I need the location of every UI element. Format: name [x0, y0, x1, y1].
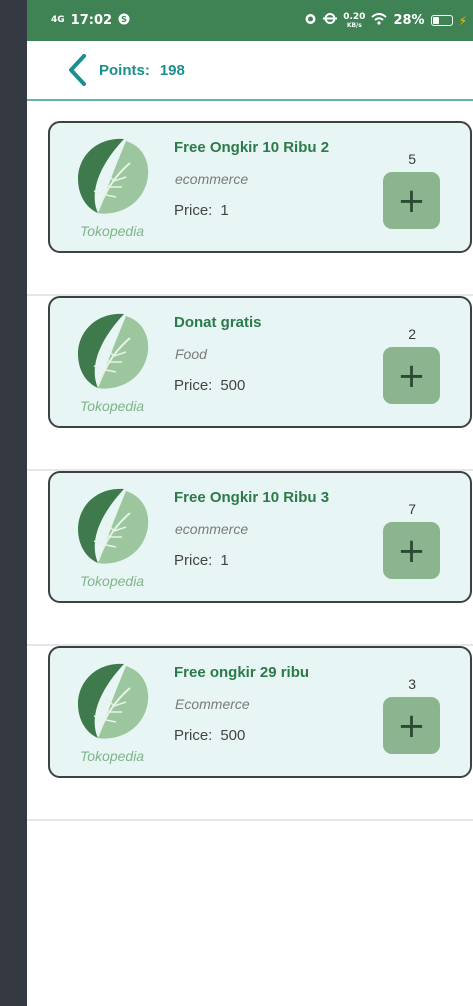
add-button[interactable]: +	[383, 172, 440, 229]
price-value: 1	[220, 202, 229, 219]
battery-percent: 28%	[393, 13, 425, 28]
brand-label: Tokopedia	[80, 223, 145, 239]
reward-category: Food	[175, 346, 207, 362]
net-speed-unit: KB/s	[346, 21, 362, 29]
reward-category: ecommerce	[175, 171, 249, 187]
leaf-logo-icon	[78, 313, 149, 389]
reward-card[interactable]: Tokopedia Free Ongkir 10 Ribu 3 ecommerc…	[48, 471, 472, 603]
reward-card[interactable]: Tokopedia Free Ongkir 10 Ribu 2 ecommerc…	[48, 121, 472, 253]
reward-category: Ecommerce	[175, 696, 250, 712]
reward-title: Donat gratis	[174, 314, 262, 331]
add-button[interactable]: +	[383, 697, 440, 754]
price-label: Price:	[174, 552, 213, 569]
brand-label: Tokopedia	[80, 398, 145, 414]
reward-title: Free Ongkir 10 Ribu 2	[174, 139, 330, 156]
alarm-icon	[304, 12, 317, 29]
status-bar: 4G 17:02 S 0.20 KB/s 28% ⚡	[27, 0, 473, 41]
reward-price: Price: 500	[174, 377, 245, 394]
price-label: Price:	[174, 377, 213, 394]
price-value: 500	[220, 377, 246, 394]
price-label: Price:	[174, 202, 213, 219]
leaf-logo-icon	[78, 663, 149, 739]
reward-category: ecommerce	[175, 521, 249, 537]
reward-quantity: 7	[408, 501, 416, 517]
reward-price: Price: 500	[174, 727, 245, 744]
points-value: 198	[159, 61, 185, 79]
battery-icon	[430, 15, 453, 26]
leaf-logo-icon	[78, 138, 149, 214]
back-button[interactable]	[47, 41, 107, 99]
reward-title: Free ongkir 29 ribu	[174, 664, 310, 681]
price-value: 500	[220, 727, 246, 744]
chevron-left-icon	[69, 54, 86, 86]
list-item: Tokopedia Free Ongkir 10 Ribu 3 ecommerc…	[27, 471, 473, 646]
list-item: Tokopedia Free Ongkir 10 Ribu 2 ecommerc…	[27, 121, 473, 296]
points-label: Points:	[99, 61, 150, 79]
list-item: Tokopedia Free ongkir 29 ribu Ecommerce …	[27, 646, 473, 821]
reward-card[interactable]: Tokopedia Free ongkir 29 ribu Ecommerce …	[48, 646, 472, 778]
svg-text:S: S	[121, 15, 127, 24]
reward-card[interactable]: Tokopedia Donat gratis Food Price: 500 2 …	[48, 296, 472, 428]
phone-screen: 4G 17:02 S 0.20 KB/s 28% ⚡ Points: 198 T…	[27, 0, 473, 1006]
reward-title: Free Ongkir 10 Ribu 3	[174, 489, 330, 506]
net-speed-value: 0.20	[343, 11, 366, 22]
signal-indicator: 4G	[51, 15, 65, 25]
reward-quantity: 3	[408, 676, 416, 692]
brand-label: Tokopedia	[80, 748, 145, 764]
reward-price: Price: 1	[174, 202, 229, 219]
wifi-icon	[371, 12, 388, 29]
notification-icon: S	[118, 13, 130, 29]
list-item: Tokopedia Donat gratis Food Price: 500 2 …	[27, 296, 473, 471]
reward-list: Tokopedia Free Ongkir 10 Ribu 2 ecommerc…	[27, 101, 473, 821]
reward-quantity: 5	[408, 151, 416, 167]
status-time: 17:02	[70, 13, 113, 28]
leaf-logo-icon	[78, 488, 149, 564]
add-button[interactable]: +	[383, 347, 440, 404]
price-label: Price:	[174, 727, 213, 744]
brand-label: Tokopedia	[80, 573, 145, 589]
reward-price: Price: 1	[174, 552, 229, 569]
reward-quantity: 2	[408, 326, 416, 342]
price-value: 1	[220, 552, 229, 569]
charging-icon: ⚡	[458, 13, 467, 28]
add-button[interactable]: +	[383, 522, 440, 579]
data-saver-icon	[323, 12, 338, 29]
app-header: Points: 198	[27, 41, 473, 101]
